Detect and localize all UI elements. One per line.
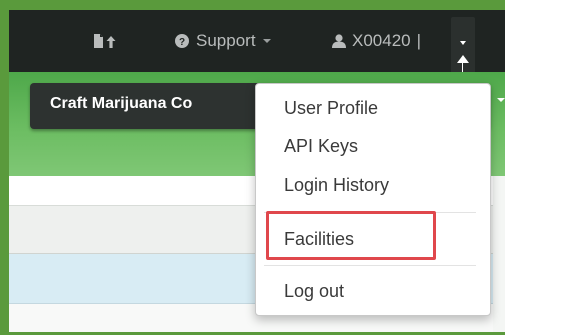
menu-divider	[264, 265, 476, 266]
docs-upload-button[interactable]	[93, 34, 117, 48]
username-label: X00420	[352, 31, 411, 50]
menu-item-log-out[interactable]: Log out	[284, 281, 344, 302]
pointer-arrow-icon	[457, 55, 469, 63]
chevron-down-icon	[262, 39, 271, 43]
menu-item-api-keys[interactable]: API Keys	[284, 136, 358, 157]
user-dropdown-toggle[interactable]	[451, 17, 475, 75]
user-menu[interactable]: X00420 |	[332, 31, 421, 51]
nav-separator: |	[416, 31, 422, 50]
user-icon	[332, 34, 346, 48]
caret-down-icon	[460, 41, 466, 45]
document-upload-icon	[94, 34, 116, 48]
question-circle-icon: ?	[175, 34, 189, 48]
facility-name: Craft Marijuana Co	[50, 95, 193, 112]
highlight-box	[266, 211, 436, 260]
support-label: Support	[196, 31, 256, 50]
top-navbar: ? Support X00420 |	[9, 10, 505, 75]
chevron-down-icon	[497, 98, 505, 102]
support-menu[interactable]: ? Support	[175, 31, 271, 51]
svg-text:?: ?	[179, 37, 185, 48]
menu-item-login-history[interactable]: Login History	[284, 175, 389, 196]
menu-item-user-profile[interactable]: User Profile	[284, 98, 378, 119]
page-background	[505, 0, 569, 335]
user-dropdown-menu: User Profile API Keys Login History Faci…	[255, 83, 491, 316]
